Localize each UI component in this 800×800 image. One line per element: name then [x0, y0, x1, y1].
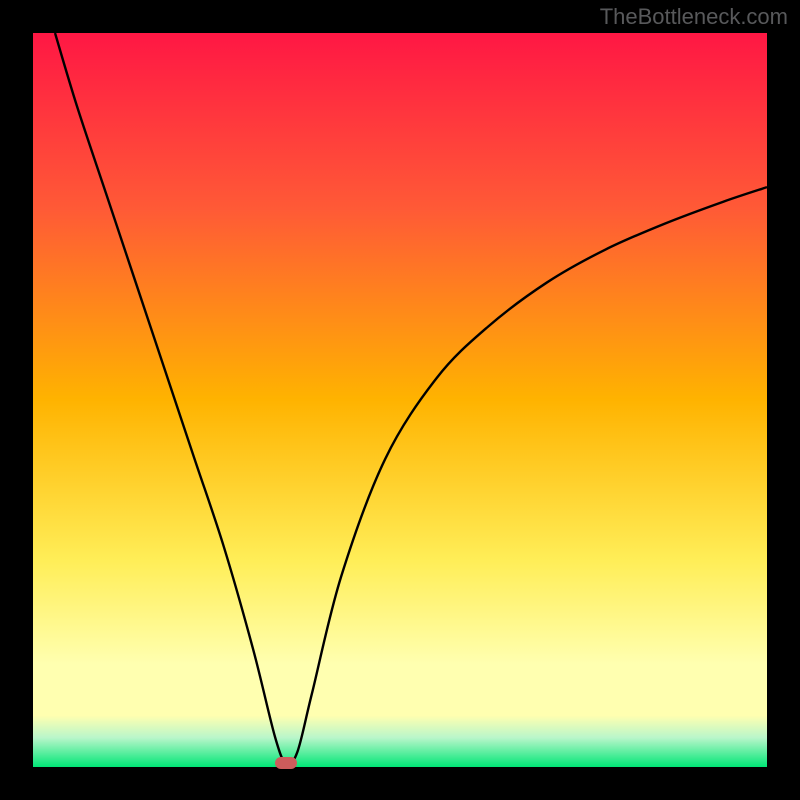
optimal-marker [275, 757, 297, 769]
bottleneck-curve [33, 33, 767, 767]
plot-area [33, 33, 767, 767]
watermark-text: TheBottleneck.com [600, 4, 788, 30]
